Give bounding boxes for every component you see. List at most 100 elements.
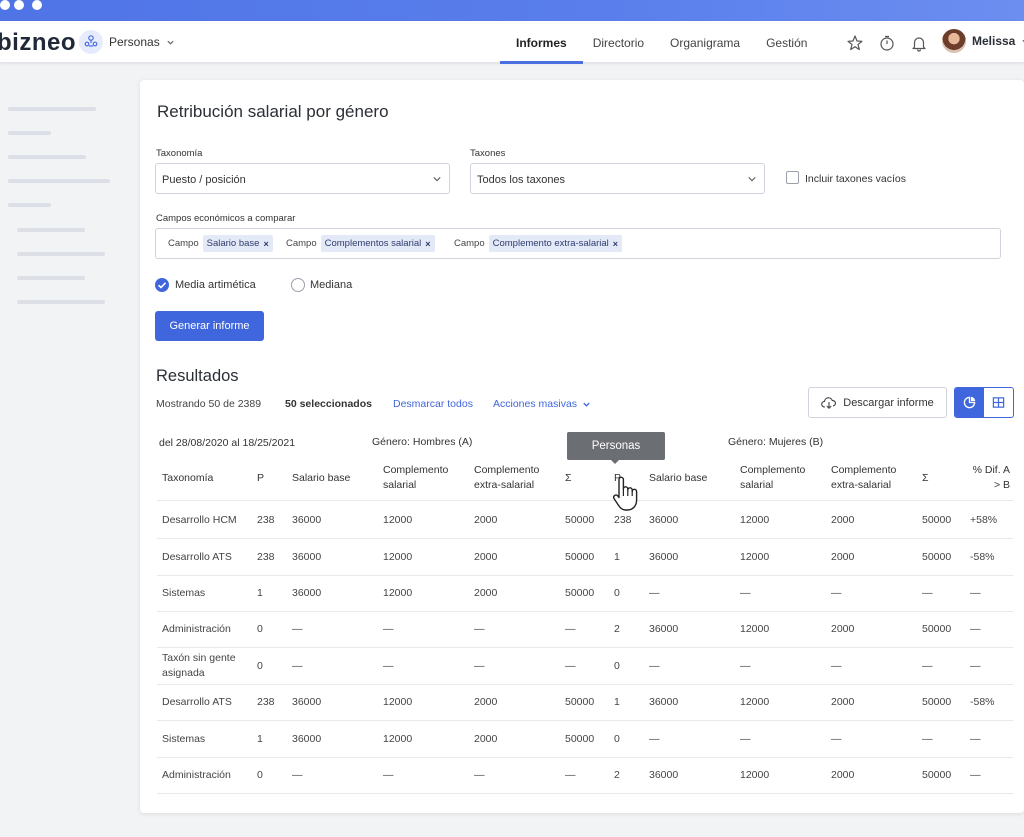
sidebar-placeholder-line xyxy=(8,107,96,111)
cell-sum-a: 50000 xyxy=(565,550,595,563)
table-view-toggle[interactable] xyxy=(984,388,1013,417)
cell-sum-b: — xyxy=(922,659,933,672)
chip-value: Complemento extra-salarial × xyxy=(488,235,623,252)
cell-comp-b: 12000 xyxy=(740,623,770,635)
hand-cursor-icon xyxy=(612,476,638,511)
cell-p-b: 0 xyxy=(614,732,620,745)
cell-extra-a: 2000 xyxy=(474,696,498,708)
sidebar-placeholder-line xyxy=(8,155,86,159)
generate-report-button[interactable]: Generar informe xyxy=(155,311,264,341)
bell-icon[interactable] xyxy=(910,34,928,52)
radio-mediana[interactable] xyxy=(291,278,305,292)
cell-base-b: 36000 xyxy=(649,696,679,708)
date-range: del 28/08/2020 al 18/25/2021 xyxy=(159,437,296,449)
taxonomy-select[interactable]: Puesto / posición xyxy=(155,163,450,194)
cell-diff: — xyxy=(970,623,981,635)
cell-comp-b: 12000 xyxy=(740,513,770,526)
cell-base-a: — xyxy=(292,769,303,781)
cell-base-b: — xyxy=(649,732,660,745)
cell-comp-b: — xyxy=(740,659,751,672)
row-divider xyxy=(157,538,1013,539)
unselect-all-link[interactable]: Desmarcar todos xyxy=(393,398,473,410)
col-sum-a[interactable]: Σ xyxy=(565,471,572,486)
timer-icon[interactable] xyxy=(878,34,896,52)
cell-diff: -58% xyxy=(970,696,995,708)
taxons-select[interactable]: Todos los taxones xyxy=(470,163,765,194)
cell-base-a: 36000 xyxy=(292,513,322,526)
radio-media[interactable] xyxy=(155,278,169,292)
cell-sum-b: — xyxy=(922,587,933,599)
remove-chip-icon[interactable]: × xyxy=(263,239,268,249)
remove-chip-icon[interactable]: × xyxy=(613,239,618,249)
row-divider xyxy=(157,793,1013,794)
cell-p-a: 0 xyxy=(257,659,263,672)
cell-extra-a: 2000 xyxy=(474,587,498,599)
group-b-label: Género: Mujeres (B) xyxy=(728,436,824,448)
include-empty-checkbox[interactable] xyxy=(786,171,799,184)
results-count: Mostrando 50 de 2389 xyxy=(156,398,262,410)
cell-taxonomy: Desarrollo ATS xyxy=(162,550,232,563)
cell-p-a: 238 xyxy=(257,550,275,563)
cell-base-b: — xyxy=(649,587,660,599)
remove-chip-icon[interactable]: × xyxy=(425,239,430,249)
cell-diff: -58% xyxy=(970,550,995,563)
cell-extra-a: 2000 xyxy=(474,732,498,745)
row-divider xyxy=(157,757,1013,758)
col-comp-b[interactable]: Complemento salarial xyxy=(740,463,822,493)
cell-extra-b: — xyxy=(831,587,842,599)
col-base-b[interactable]: Salario base xyxy=(649,471,707,486)
star-icon[interactable] xyxy=(846,34,864,52)
cell-extra-b: 2000 xyxy=(831,769,855,781)
cell-taxonomy: Desarrollo ATS xyxy=(162,696,232,708)
include-empty-label: Incluir taxones vacíos xyxy=(805,173,906,185)
nav-icons xyxy=(846,34,928,52)
cell-taxonomy: Sistemas xyxy=(162,587,206,599)
module-switcher[interactable]: Personas xyxy=(79,30,175,54)
tab-directorio[interactable]: Directorio xyxy=(583,21,660,63)
app-logo[interactable]: bizneo xyxy=(0,29,76,57)
col-sum-b[interactable]: Σ xyxy=(922,471,929,486)
cell-diff: — xyxy=(970,587,981,599)
col-p-a[interactable]: P xyxy=(257,471,264,486)
cell-comp-a: 12000 xyxy=(383,550,413,563)
radio-mediana-label: Mediana xyxy=(310,279,353,291)
cell-comp-a: — xyxy=(383,769,394,781)
col-base-a[interactable]: Salario base xyxy=(292,471,350,486)
cell-sum-a: — xyxy=(565,623,576,635)
cell-p-b: 1 xyxy=(614,696,620,708)
cell-taxonomy: Taxón sin gente asignada xyxy=(162,651,236,679)
cell-taxonomy: Sistemas xyxy=(162,732,206,745)
fields-label: Campos económicos a comparar xyxy=(156,213,296,224)
cell-taxonomy: Administración xyxy=(162,623,231,635)
cell-base-b: 36000 xyxy=(649,769,679,781)
download-report-button[interactable]: Descargar informe xyxy=(808,387,947,418)
cell-comp-a: 12000 xyxy=(383,587,413,599)
page-title: Retribución salarial por género xyxy=(157,102,389,121)
tab-gestion[interactable]: Gestión xyxy=(756,21,823,63)
bulk-actions-dropdown[interactable]: Acciones masivas xyxy=(493,398,591,410)
sidebar-placeholder-line xyxy=(8,179,110,183)
table-icon xyxy=(992,397,1005,408)
window-dot-icon[interactable] xyxy=(32,0,42,10)
cell-base-b: 36000 xyxy=(649,623,679,635)
col-diff[interactable]: % Dif. A > B xyxy=(970,463,1010,493)
field-chip: Campo Complemento extra-salarial × xyxy=(454,235,623,252)
download-label: Descargar informe xyxy=(843,396,934,409)
tab-informes[interactable]: Informes xyxy=(500,21,583,64)
col-comp-a[interactable]: Complemento salarial xyxy=(383,463,465,493)
col-extra-b[interactable]: Complemento extra-salarial xyxy=(831,463,915,493)
col-taxonomy[interactable]: Taxonomía xyxy=(162,471,213,486)
user-name: Melissa xyxy=(972,34,1016,48)
chart-view-toggle[interactable] xyxy=(955,388,984,417)
user-menu[interactable]: Melissa xyxy=(942,29,1024,53)
col-extra-a[interactable]: Complemento extra-salarial xyxy=(474,463,558,493)
tab-organigrama[interactable]: Organigrama xyxy=(660,21,756,63)
cell-base-b: 36000 xyxy=(649,513,679,526)
window-dot-icon[interactable] xyxy=(0,0,10,10)
fields-multiselect[interactable]: Campo Salario base × Campo Complementos … xyxy=(155,228,1001,259)
cell-extra-a: — xyxy=(474,659,485,672)
cell-extra-a: — xyxy=(474,769,485,781)
main-tabs: Informes Directorio Organigrama Gestión xyxy=(500,21,823,64)
window-dot-icon[interactable] xyxy=(14,0,24,10)
cell-sum-a: — xyxy=(565,659,576,672)
